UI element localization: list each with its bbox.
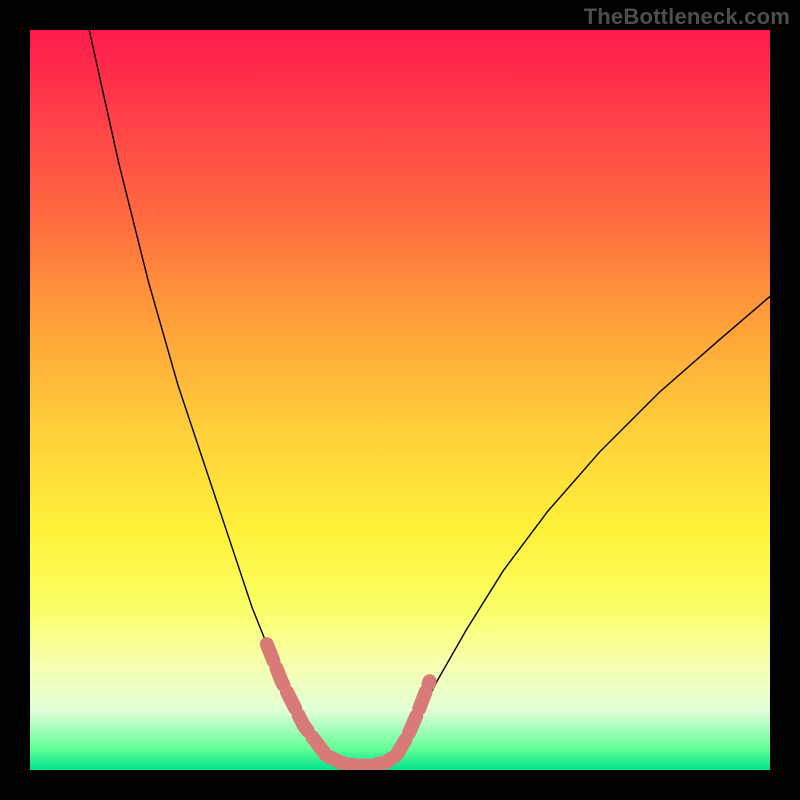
bottleneck-curve	[89, 30, 770, 766]
watermark-text: TheBottleneck.com	[584, 4, 790, 30]
highlight-floor-dashed	[326, 755, 396, 765]
curve-layer	[30, 30, 770, 770]
chart-frame: TheBottleneck.com	[0, 0, 800, 800]
highlight-right-dashed	[396, 681, 429, 755]
highlight-left-dashed	[267, 644, 326, 755]
plot-area	[30, 30, 770, 770]
